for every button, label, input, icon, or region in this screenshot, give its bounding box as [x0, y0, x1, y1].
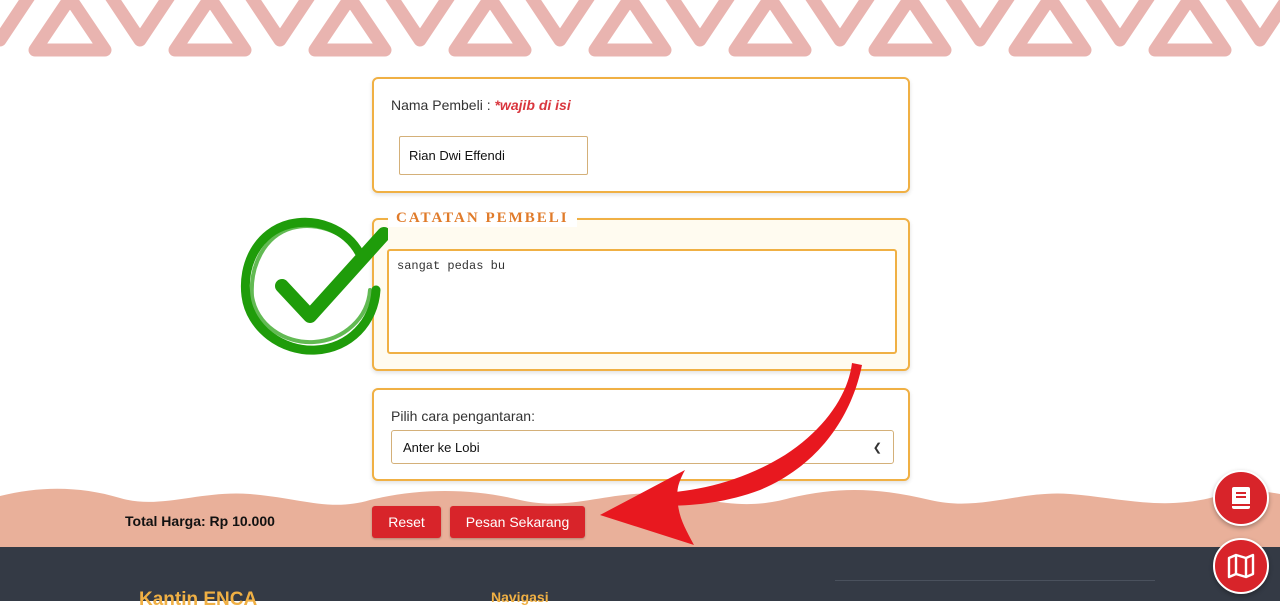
required-note: *wajib di isi	[494, 97, 571, 113]
book-icon	[1232, 487, 1250, 509]
map-icon	[1227, 553, 1255, 579]
buyer-notes-textarea[interactable]: sangat pedas bu	[387, 249, 897, 354]
menu-book-button[interactable]	[1213, 470, 1269, 526]
map-button[interactable]	[1213, 538, 1269, 594]
header-triangle-pattern	[0, 0, 1280, 57]
buyer-name-card: Nama Pembeli : *wajib di isi	[372, 77, 910, 193]
footer-divider	[835, 580, 1155, 581]
delivery-label: Pilih cara pengantaran:	[391, 408, 535, 424]
total-price: Total Harga: Rp 10.000	[125, 513, 275, 529]
green-check-mark-icon	[240, 217, 388, 355]
footer-brand: Kantin ENCA	[139, 589, 258, 610]
footer-nav-heading: Navigasi	[491, 589, 549, 605]
buyer-notes-legend: CATATAN PEMBELI	[388, 210, 577, 227]
footer: Kantin ENCA Navigasi	[0, 547, 1280, 610]
delivery-selected-value: Anter ke Lobi	[403, 439, 480, 455]
red-arrow-icon	[600, 363, 862, 545]
buyer-name-label: Nama Pembeli : *wajib di isi	[391, 97, 571, 113]
order-now-button[interactable]: Pesan Sekarang	[450, 506, 585, 538]
buyer-notes-fieldset: CATATAN PEMBELI sangat pedas bu	[372, 210, 910, 371]
buyer-name-input[interactable]	[399, 136, 588, 175]
reset-button[interactable]: Reset	[372, 506, 441, 538]
